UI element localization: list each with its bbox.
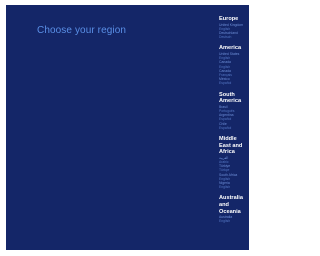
region-selector-panel: Choose your region Europe United Kingdom…	[6, 5, 249, 250]
language-link[interactable]: English	[219, 219, 247, 223]
region-heading: Australia and Oceania	[219, 195, 243, 215]
region-europe: Europe United Kingdom English Deutschlan…	[219, 16, 247, 39]
region-middle-east-africa: Middle East and Africa العربية Arabic Tü…	[219, 136, 247, 189]
region-heading: South America	[219, 91, 242, 105]
language-link[interactable]: English	[219, 185, 247, 189]
language-link[interactable]: Español	[219, 81, 247, 85]
region-heading: Middle East and Africa	[219, 136, 243, 156]
language-link[interactable]: Deutsch	[219, 35, 247, 39]
page-title: Choose your region	[37, 25, 127, 36]
region-south-america: South America Brasil Português Argentina…	[219, 92, 247, 130]
region-list: Europe United Kingdom English Deutschlan…	[219, 16, 247, 230]
region-heading: America	[219, 45, 242, 52]
language-link[interactable]: Español	[219, 126, 247, 130]
region-america: America United States English Canada Eng…	[219, 45, 247, 85]
region-heading: Europe	[219, 16, 239, 22]
region-australia-oceania: Australia and Oceania Australia English	[219, 195, 247, 223]
